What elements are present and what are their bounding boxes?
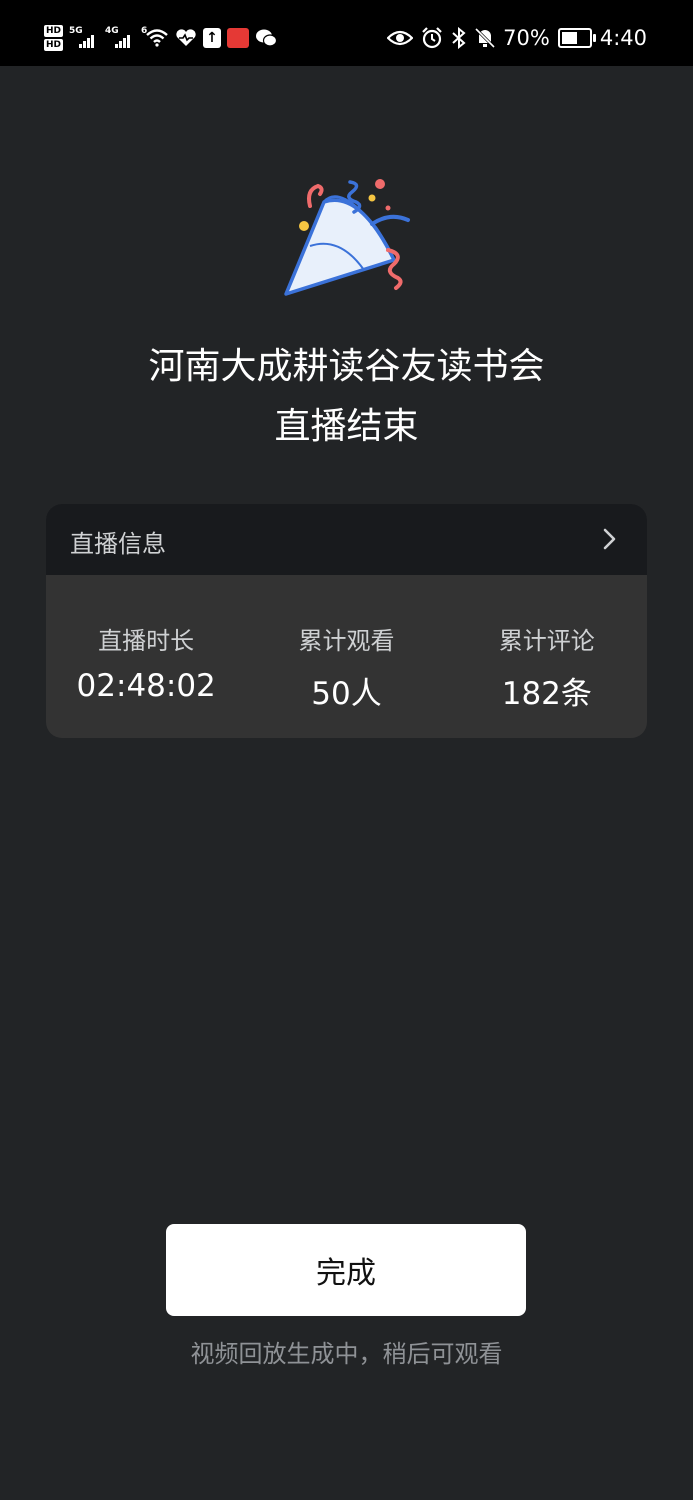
signal-4g-icon: 4G — [105, 26, 135, 50]
stat-label: 累计观看 — [298, 627, 395, 655]
stat-viewers: 累计观看 50人 — [246, 575, 446, 738]
status-bar: HD HD 5G 4G 6 ↑ 70% 4:40 — [0, 0, 693, 66]
battery-icon — [557, 28, 596, 48]
clock: 4:40 — [599, 26, 647, 50]
stat-comments: 累计评论 182条 — [447, 575, 647, 738]
stat-value: 50人 — [311, 676, 382, 712]
status-right: 70% 4:40 — [387, 18, 647, 58]
hd-badge-1: HD — [44, 25, 64, 37]
chevron-right-icon[interactable] — [599, 528, 619, 550]
upload-icon: ↑ — [203, 28, 222, 48]
replay-hint: 视频回放生成中，稍后可观看 — [190, 1340, 503, 1368]
eye-icon — [387, 30, 414, 46]
room-name: 河南大成耕读谷友读书会 — [148, 346, 545, 387]
stat-label: 累计评论 — [498, 627, 595, 655]
wechat-icon — [256, 29, 278, 47]
wifi-icon: 6 — [141, 26, 169, 50]
hd-indicators: HD HD — [44, 25, 64, 51]
health-heart-icon — [176, 29, 196, 46]
done-button[interactable]: 完成 — [166, 1224, 526, 1316]
stat-value: 182条 — [501, 676, 592, 712]
red-app-icon — [227, 28, 250, 48]
hd-badge-2: HD — [44, 39, 64, 51]
battery-percent: 70% — [503, 26, 550, 50]
signal-5g-icon: 5G — [69, 26, 99, 50]
page-title: 河南大成耕读谷友读书会 直播结束 — [0, 337, 693, 457]
live-info-card: 直播信息 直播时长 02:48:02 累计观看 50人 累计评论 182条 — [46, 504, 647, 738]
alarm-icon — [422, 27, 442, 49]
stat-duration: 直播时长 02:48:02 — [46, 575, 246, 738]
stat-value: 02:48:02 — [76, 668, 216, 704]
battery-fill — [561, 32, 577, 44]
status-left: HD HD 5G 4G 6 ↑ — [44, 18, 278, 58]
stat-label: 直播时长 — [98, 627, 195, 655]
mute-bell-icon — [475, 27, 496, 49]
live-info-title: 直播信息 — [70, 530, 166, 558]
bluetooth-icon — [452, 27, 466, 49]
live-ended-label: 直播结束 — [274, 406, 419, 447]
live-stats: 直播时长 02:48:02 累计观看 50人 累计评论 182条 — [46, 575, 647, 738]
live-info-header[interactable]: 直播信息 — [46, 504, 647, 575]
party-popper-icon — [284, 179, 410, 296]
